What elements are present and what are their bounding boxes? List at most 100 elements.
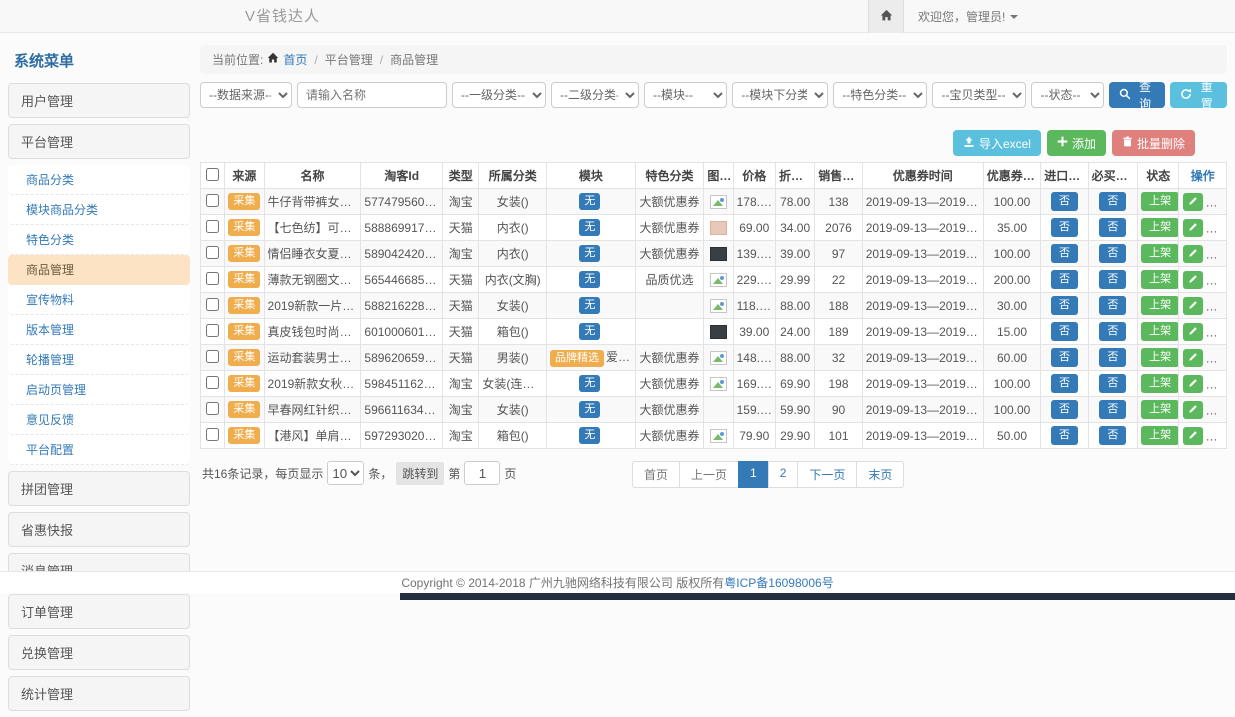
import-select-toggle[interactable]: 否 <box>1051 426 1078 445</box>
breadcrumb-home-link[interactable]: 首页 <box>283 51 307 68</box>
filter-level1-category[interactable]: --一级分类-- <box>452 82 546 108</box>
import-select-cell: 否 <box>1041 189 1088 215</box>
page-btn-末页[interactable]: 末页 <box>856 461 904 488</box>
edit-button[interactable] <box>1183 219 1203 237</box>
sidebar-section-统计管理[interactable]: 统计管理 <box>8 676 190 711</box>
status-badge[interactable]: 上架 <box>1141 270 1179 289</box>
select-all-checkbox[interactable] <box>206 168 219 181</box>
sidebar-subitem-版本管理[interactable]: 版本管理 <box>8 315 190 345</box>
import-select-toggle[interactable]: 否 <box>1051 348 1078 367</box>
edit-button[interactable] <box>1183 349 1203 367</box>
must-buy-toggle[interactable]: 否 <box>1099 270 1126 289</box>
edit-button[interactable] <box>1183 427 1203 445</box>
sidebar-subitem-轮播管理[interactable]: 轮播管理 <box>8 345 190 375</box>
status-badge[interactable]: 上架 <box>1141 322 1179 341</box>
filter-level2-category[interactable]: --二级分类-- <box>551 82 639 108</box>
sidebar-section-省惠快报[interactable]: 省惠快报 <box>8 512 190 547</box>
sidebar-subitem-意见反馈[interactable]: 意见反馈 <box>8 405 190 435</box>
must-buy-toggle[interactable]: 否 <box>1099 322 1126 341</box>
edit-button[interactable] <box>1183 297 1203 315</box>
sidebar-subitem-宣传物料[interactable]: 宣传物料 <box>8 285 190 315</box>
page-btn-下一页[interactable]: 下一页 <box>797 461 857 488</box>
sidebar-section-拼团管理[interactable]: 拼团管理 <box>8 471 190 506</box>
page-btn-上一页[interactable]: 上一页 <box>679 461 739 488</box>
taoke-id: 597293020870 <box>361 423 443 449</box>
import-select-toggle[interactable]: 否 <box>1051 244 1078 263</box>
per-page-select[interactable]: 10 <box>327 461 364 485</box>
status-badge[interactable]: 上架 <box>1141 348 1179 367</box>
edit-button[interactable] <box>1183 323 1203 341</box>
user-menu[interactable]: 欢迎您，管理员! <box>904 0 1032 33</box>
sidebar-subitem-商品管理[interactable]: 商品管理 <box>8 255 190 285</box>
row-checkbox[interactable] <box>206 246 219 259</box>
sidebar-section-兑换管理[interactable]: 兑换管理 <box>8 635 190 670</box>
must-buy-toggle[interactable]: 否 <box>1099 426 1126 445</box>
import-select-toggle[interactable]: 否 <box>1051 192 1078 211</box>
filter-status[interactable]: --状态-- <box>1031 82 1103 108</box>
import-select-toggle[interactable]: 否 <box>1051 218 1078 237</box>
must-buy-toggle[interactable]: 否 <box>1099 218 1126 237</box>
name-search-input[interactable] <box>297 82 447 108</box>
edit-button[interactable] <box>1183 245 1203 263</box>
jump-to-button[interactable]: 跳转到 <box>396 462 444 485</box>
filter-module-subcategory[interactable]: --模块下分类-- <box>732 82 828 108</box>
row-checkbox[interactable] <box>206 220 219 233</box>
status-badge[interactable]: 上架 <box>1141 296 1179 315</box>
price: 169.90 <box>733 371 775 397</box>
status-badge[interactable]: 上架 <box>1141 244 1179 263</box>
row-checkbox[interactable] <box>206 376 219 389</box>
row-checkbox[interactable] <box>206 428 219 441</box>
reset-button[interactable]: 重置 <box>1170 82 1227 108</box>
status-badge[interactable]: 上架 <box>1141 218 1179 237</box>
import-select-toggle[interactable]: 否 <box>1051 374 1078 393</box>
status-badge[interactable]: 上架 <box>1141 374 1179 393</box>
page-btn-1[interactable]: 1 <box>738 461 769 488</box>
must-buy-toggle[interactable]: 否 <box>1099 374 1126 393</box>
edit-button[interactable] <box>1183 193 1203 211</box>
row-checkbox[interactable] <box>206 324 219 337</box>
must-buy-toggle[interactable]: 否 <box>1099 192 1126 211</box>
import-select-toggle[interactable]: 否 <box>1051 296 1078 315</box>
page-btn-2[interactable]: 2 <box>768 461 799 488</box>
must-buy-toggle[interactable]: 否 <box>1099 400 1126 419</box>
row-checkbox[interactable] <box>206 350 219 363</box>
row-checkbox[interactable] <box>206 298 219 311</box>
add-button[interactable]: 添加 <box>1047 130 1106 156</box>
row-checkbox[interactable] <box>206 194 219 207</box>
import-select-toggle[interactable]: 否 <box>1051 400 1078 419</box>
icp-link[interactable]: 粤ICP备16098006号 <box>724 574 833 591</box>
row-checkbox[interactable] <box>206 402 219 415</box>
edit-button[interactable] <box>1183 375 1203 393</box>
sidebar-section-platform-management[interactable]: 平台管理 <box>8 124 190 159</box>
must-buy-toggle[interactable]: 否 <box>1099 244 1126 263</box>
status-badge[interactable]: 上架 <box>1141 400 1179 419</box>
sidebar-subitem-特色分类[interactable]: 特色分类 <box>8 225 190 255</box>
sidebar-section-user-management[interactable]: 用户管理 <box>8 83 190 118</box>
edit-button[interactable] <box>1183 271 1203 289</box>
sidebar-subitem-平台配置[interactable]: 平台配置 <box>8 435 190 465</box>
sidebar-subitem-模块商品分类[interactable]: 模块商品分类 <box>8 195 190 225</box>
search-button[interactable]: 查询 <box>1109 82 1166 108</box>
sidebar-section-订单管理[interactable]: 订单管理 <box>8 594 190 629</box>
page-btn-首页[interactable]: 首页 <box>632 461 680 488</box>
status-badge[interactable]: 上架 <box>1141 426 1179 445</box>
filter-module[interactable]: --模块-- <box>644 82 727 108</box>
sidebar-subitem-启动页管理[interactable]: 启动页管理 <box>8 375 190 405</box>
import-select-toggle[interactable]: 否 <box>1051 270 1078 289</box>
refresh-icon <box>1180 88 1192 103</box>
sidebar-subitem-商品分类[interactable]: 商品分类 <box>8 165 190 195</box>
must-buy-toggle[interactable]: 否 <box>1099 348 1126 367</box>
status-badge[interactable]: 上架 <box>1141 192 1179 211</box>
row-checkbox[interactable] <box>206 272 219 285</box>
table-row: 采集 早春网红针织外套女春... 596611634525 淘宝 女装() 无 … <box>201 397 1227 423</box>
edit-button[interactable] <box>1183 401 1203 419</box>
filter-item-type[interactable]: --宝贝类型-- <box>932 82 1026 108</box>
home-button[interactable] <box>868 0 904 33</box>
jump-page-input[interactable] <box>464 461 500 485</box>
filter-feature-category[interactable]: --特色分类-- <box>833 82 927 108</box>
filter-data-source[interactable]: --数据来源-- <box>200 82 292 108</box>
batch-delete-button[interactable]: 批量删除 <box>1112 130 1195 156</box>
import-select-toggle[interactable]: 否 <box>1051 322 1078 341</box>
must-buy-toggle[interactable]: 否 <box>1099 296 1126 315</box>
import-excel-button[interactable]: 导入excel <box>953 130 1041 156</box>
